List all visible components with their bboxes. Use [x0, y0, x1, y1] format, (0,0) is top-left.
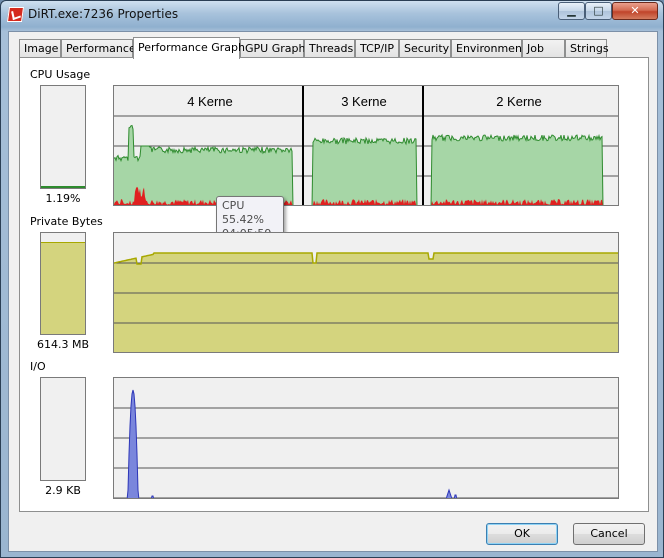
cpu-usage-graph[interactable]: 4 Kerne 3 Kerne 2 Kerne [113, 85, 619, 206]
properties-window: DiRT.exe:7236 Properties ▁ □ ✕ Image Per… [0, 0, 664, 558]
marker-label-3-kerne: 3 Kerne [341, 94, 387, 109]
minimize-button[interactable]: ▁ [558, 2, 585, 20]
cancel-button[interactable]: Cancel [573, 523, 645, 545]
title-bar[interactable]: DiRT.exe:7236 Properties ▁ □ ✕ [1, 1, 663, 31]
cpu-usage-label: CPU Usage [30, 68, 91, 81]
dialog-client: Image Performance Performance Graph GPU … [8, 31, 658, 552]
io-grid [114, 407, 618, 498]
tab-gpu-graph[interactable]: GPU Graph [240, 39, 305, 57]
io-label: I/O [30, 360, 46, 373]
cpu-usage-meter [40, 85, 86, 189]
io-area [126, 389, 458, 498]
io-graph[interactable] [113, 377, 619, 499]
marker-label-2-kerne: 2 Kerne [496, 94, 542, 109]
private-bytes-meter-fill [41, 242, 85, 334]
io-value: 2.9 KB [45, 484, 81, 497]
tab-performance[interactable]: Performance [61, 39, 136, 57]
tab-tcpip[interactable]: TCP/IP [355, 39, 399, 57]
io-meter [40, 377, 86, 481]
cpu-usage-value: 1.19% [45, 192, 81, 205]
tab-performance-graph[interactable]: Performance Graph [133, 37, 245, 59]
tab-threads[interactable]: Threads [304, 39, 355, 57]
tooltip-title: CPU [222, 199, 245, 212]
tab-image[interactable]: Image [19, 39, 61, 57]
cpu-usage-meter-fill [41, 186, 85, 188]
performance-graph-page: CPU Usage 1.19% 4 Kerne 3 Kerne 2 Kerne [19, 57, 649, 512]
close-button[interactable]: ✕ [612, 2, 658, 20]
maximize-button[interactable]: □ [585, 2, 612, 20]
private-bytes-graph[interactable] [113, 232, 619, 353]
marker-label-4-kerne: 4 Kerne [187, 94, 233, 109]
window-title: DiRT.exe:7236 Properties [28, 7, 179, 21]
ok-button[interactable]: OK [486, 523, 558, 545]
app-icon [6, 7, 25, 22]
tab-strings[interactable]: Strings [565, 39, 609, 57]
tab-environment[interactable]: Environment [451, 39, 526, 57]
tooltip-value: 55.42% [222, 213, 264, 226]
private-bytes-value: 614.3 MB [36, 338, 90, 351]
private-bytes-label: Private Bytes [30, 215, 103, 228]
private-bytes-area [114, 253, 618, 352]
tab-job[interactable]: Job [522, 39, 565, 57]
tab-security[interactable]: Security [399, 39, 451, 57]
private-bytes-meter [40, 232, 86, 335]
